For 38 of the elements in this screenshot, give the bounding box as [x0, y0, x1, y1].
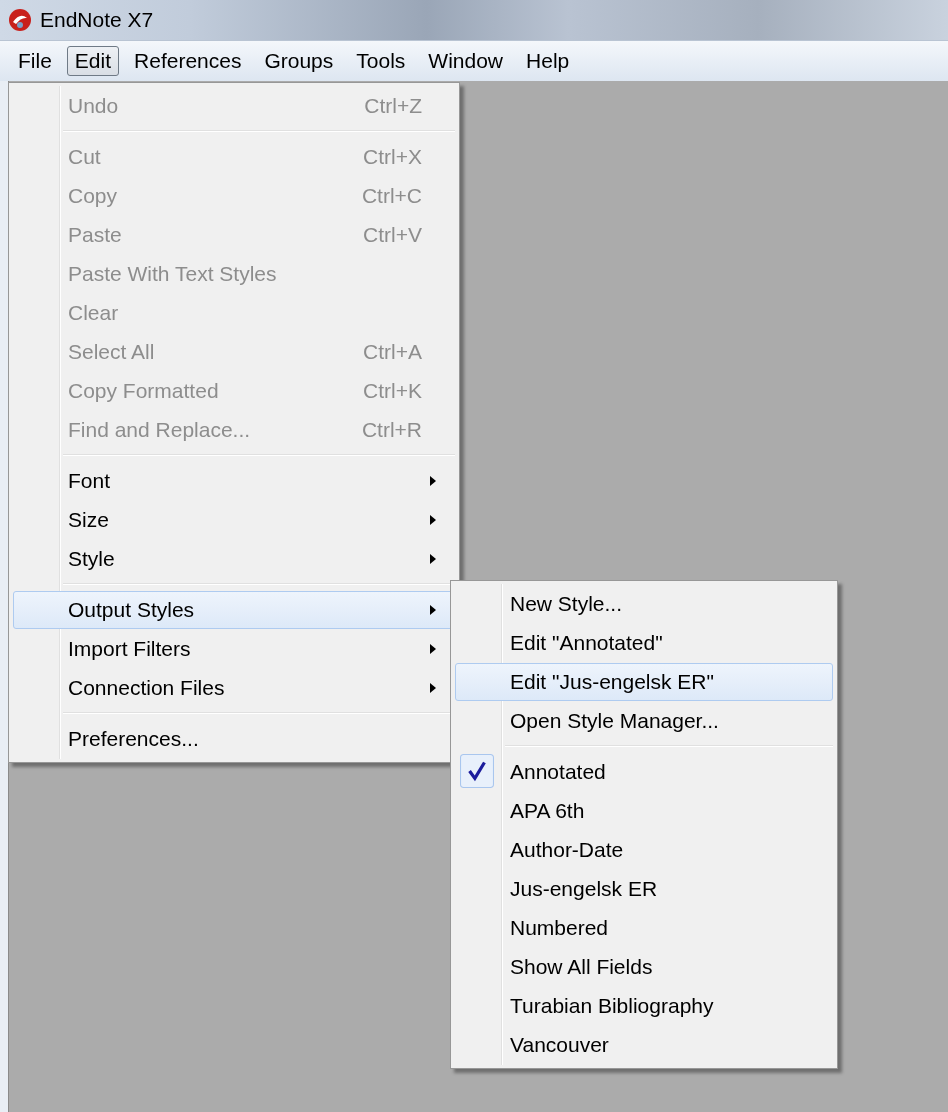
menu-item[interactable]: New Style...	[455, 585, 833, 623]
checkmark-icon	[458, 754, 496, 788]
menu-bar-item[interactable]: References	[126, 46, 250, 76]
submenu-arrow-icon	[430, 554, 436, 564]
shortcut-text: Ctrl+X	[363, 145, 423, 169]
menu-item[interactable]: Edit "Jus-engelsk ER"	[455, 663, 833, 701]
menu-item[interactable]: Annotated	[455, 753, 833, 791]
menu-bar-item[interactable]: Window	[420, 46, 512, 76]
menu-item[interactable]: Turabian Bibliography	[455, 987, 833, 1025]
submenu-arrow-icon	[430, 683, 436, 693]
menu-item[interactable]: Numbered	[455, 909, 833, 947]
menu-bar-item[interactable]: Tools	[348, 46, 414, 76]
window-title: EndNote X7	[40, 8, 154, 32]
submenu-arrow-icon	[430, 605, 436, 615]
shortcut-text: Ctrl+V	[363, 223, 423, 247]
menu-item[interactable]: Size	[13, 501, 455, 539]
menu-item[interactable]: Edit "Annotated"	[455, 624, 833, 662]
menu-item[interactable]: Jus-engelsk ER	[455, 870, 833, 908]
submenu-arrow-icon	[430, 515, 436, 525]
shortcut-text: Ctrl+A	[363, 340, 423, 364]
menu-item[interactable]: Style	[13, 540, 455, 578]
menu-item[interactable]: Author-Date	[455, 831, 833, 869]
shortcut-text: Ctrl+C	[361, 184, 423, 208]
menu-bar-item[interactable]: File	[10, 46, 60, 76]
shortcut-text: Ctrl+R	[361, 418, 423, 442]
menu-bar-item[interactable]: Groups	[256, 46, 342, 76]
menu-item[interactable]: APA 6th	[455, 792, 833, 830]
menu-item[interactable]: Show All Fields	[455, 948, 833, 986]
submenu-arrow-icon	[430, 644, 436, 654]
shortcut-text: Ctrl+K	[363, 379, 423, 403]
app-icon	[8, 8, 32, 32]
submenu-arrow-icon	[430, 476, 436, 486]
menu-bar-item[interactable]: Edit	[66, 46, 120, 76]
menu-item[interactable]: Open Style Manager...	[455, 702, 833, 740]
menu-item[interactable]: Font	[13, 462, 455, 500]
shortcut-text: Ctrl+Z	[364, 94, 423, 118]
menu-item[interactable]: Vancouver	[455, 1026, 833, 1064]
menu-bar-item[interactable]: Help	[518, 46, 578, 76]
